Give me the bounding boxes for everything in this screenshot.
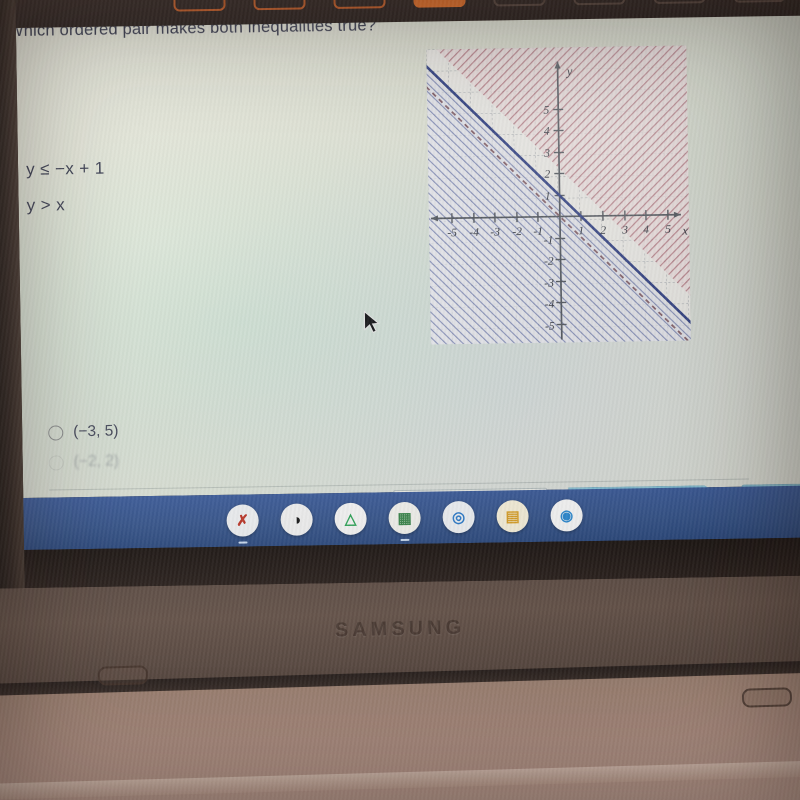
browser-tab-5[interactable] bbox=[493, 0, 546, 7]
mouse-cursor bbox=[363, 310, 380, 334]
app-icon-drive[interactable]: △ bbox=[334, 502, 367, 536]
y-tick--3: -3 bbox=[544, 278, 554, 290]
choice-option-2[interactable]: (−2, 2) bbox=[48, 441, 468, 478]
y-axis-label: y bbox=[565, 64, 573, 78]
x-tick--4: -4 bbox=[469, 227, 479, 239]
browser-tab-2[interactable] bbox=[253, 0, 306, 11]
y-tick--4: -4 bbox=[545, 299, 555, 311]
inequality-graph: -5 -4 -3 -2 -1 1 2 3 4 5 x 5 4 3 2 1 -1 … bbox=[426, 45, 691, 345]
graph-svg: -5 -4 -3 -2 -1 1 2 3 4 5 x 5 4 3 2 1 -1 … bbox=[426, 45, 691, 345]
x-tick-3: 3 bbox=[621, 224, 628, 236]
x-tick--2: -2 bbox=[512, 226, 522, 238]
y-tick-2: 2 bbox=[544, 169, 550, 181]
laptop-foot-right bbox=[741, 687, 793, 708]
x-tick-2: 2 bbox=[600, 225, 606, 237]
x-tick-4: 4 bbox=[643, 224, 649, 236]
app-icon-classroom[interactable]: ▦ bbox=[388, 501, 421, 542]
radio-button-2[interactable] bbox=[48, 454, 64, 471]
y-tick-5: 5 bbox=[543, 105, 549, 117]
browser-tab-8[interactable] bbox=[733, 0, 786, 3]
app-icon-paint[interactable]: ◑ bbox=[280, 503, 313, 536]
photo-scene: SAMSUNG Which ordered pair makes both in… bbox=[0, 0, 800, 800]
y-tick--1: -1 bbox=[544, 235, 554, 247]
y-tick--5: -5 bbox=[545, 321, 555, 333]
browser-tab-6[interactable] bbox=[573, 0, 626, 6]
app-icon-settings[interactable]: ◎ bbox=[442, 500, 475, 534]
x-tick--5: -5 bbox=[447, 227, 457, 239]
browser-tab-7[interactable] bbox=[653, 0, 706, 4]
app-icon-exam[interactable]: ✗ bbox=[226, 504, 259, 544]
inequality-1: y ≤ −x + 1 bbox=[25, 158, 105, 179]
browser-tab-3[interactable] bbox=[333, 0, 386, 10]
radio-button-1[interactable] bbox=[48, 424, 64, 441]
y-tick-1: 1 bbox=[545, 191, 551, 203]
choice-label-1: (−3, 5) bbox=[73, 422, 119, 441]
y-tick-3: 3 bbox=[543, 148, 550, 160]
x-axis-label: x bbox=[681, 223, 688, 237]
app-icon-chrome[interactable]: ◉ bbox=[550, 499, 583, 532]
choice-label-2: (−2, 2) bbox=[73, 452, 120, 471]
x-tick--1: -1 bbox=[533, 226, 543, 238]
browser-tab-4-active[interactable] bbox=[413, 0, 466, 8]
quiz-page: Which ordered pair makes both inequaliti… bbox=[8, 7, 800, 524]
laptop-foot-left bbox=[97, 665, 149, 686]
y-tick-4: 4 bbox=[544, 126, 550, 138]
app-icon-notes[interactable]: ▤ bbox=[496, 500, 529, 533]
laptop-screen: Which ordered pair makes both inequaliti… bbox=[0, 0, 800, 589]
browser-tab-1[interactable] bbox=[173, 0, 226, 12]
x-tick-5: 5 bbox=[665, 224, 671, 236]
x-tick-1: 1 bbox=[578, 225, 584, 237]
x-tick--3: -3 bbox=[490, 226, 500, 238]
inequality-2: y > x bbox=[26, 195, 66, 215]
y-tick--2: -2 bbox=[544, 256, 554, 268]
answer-choices: (−3, 5) (−2, 2) bbox=[48, 411, 469, 478]
